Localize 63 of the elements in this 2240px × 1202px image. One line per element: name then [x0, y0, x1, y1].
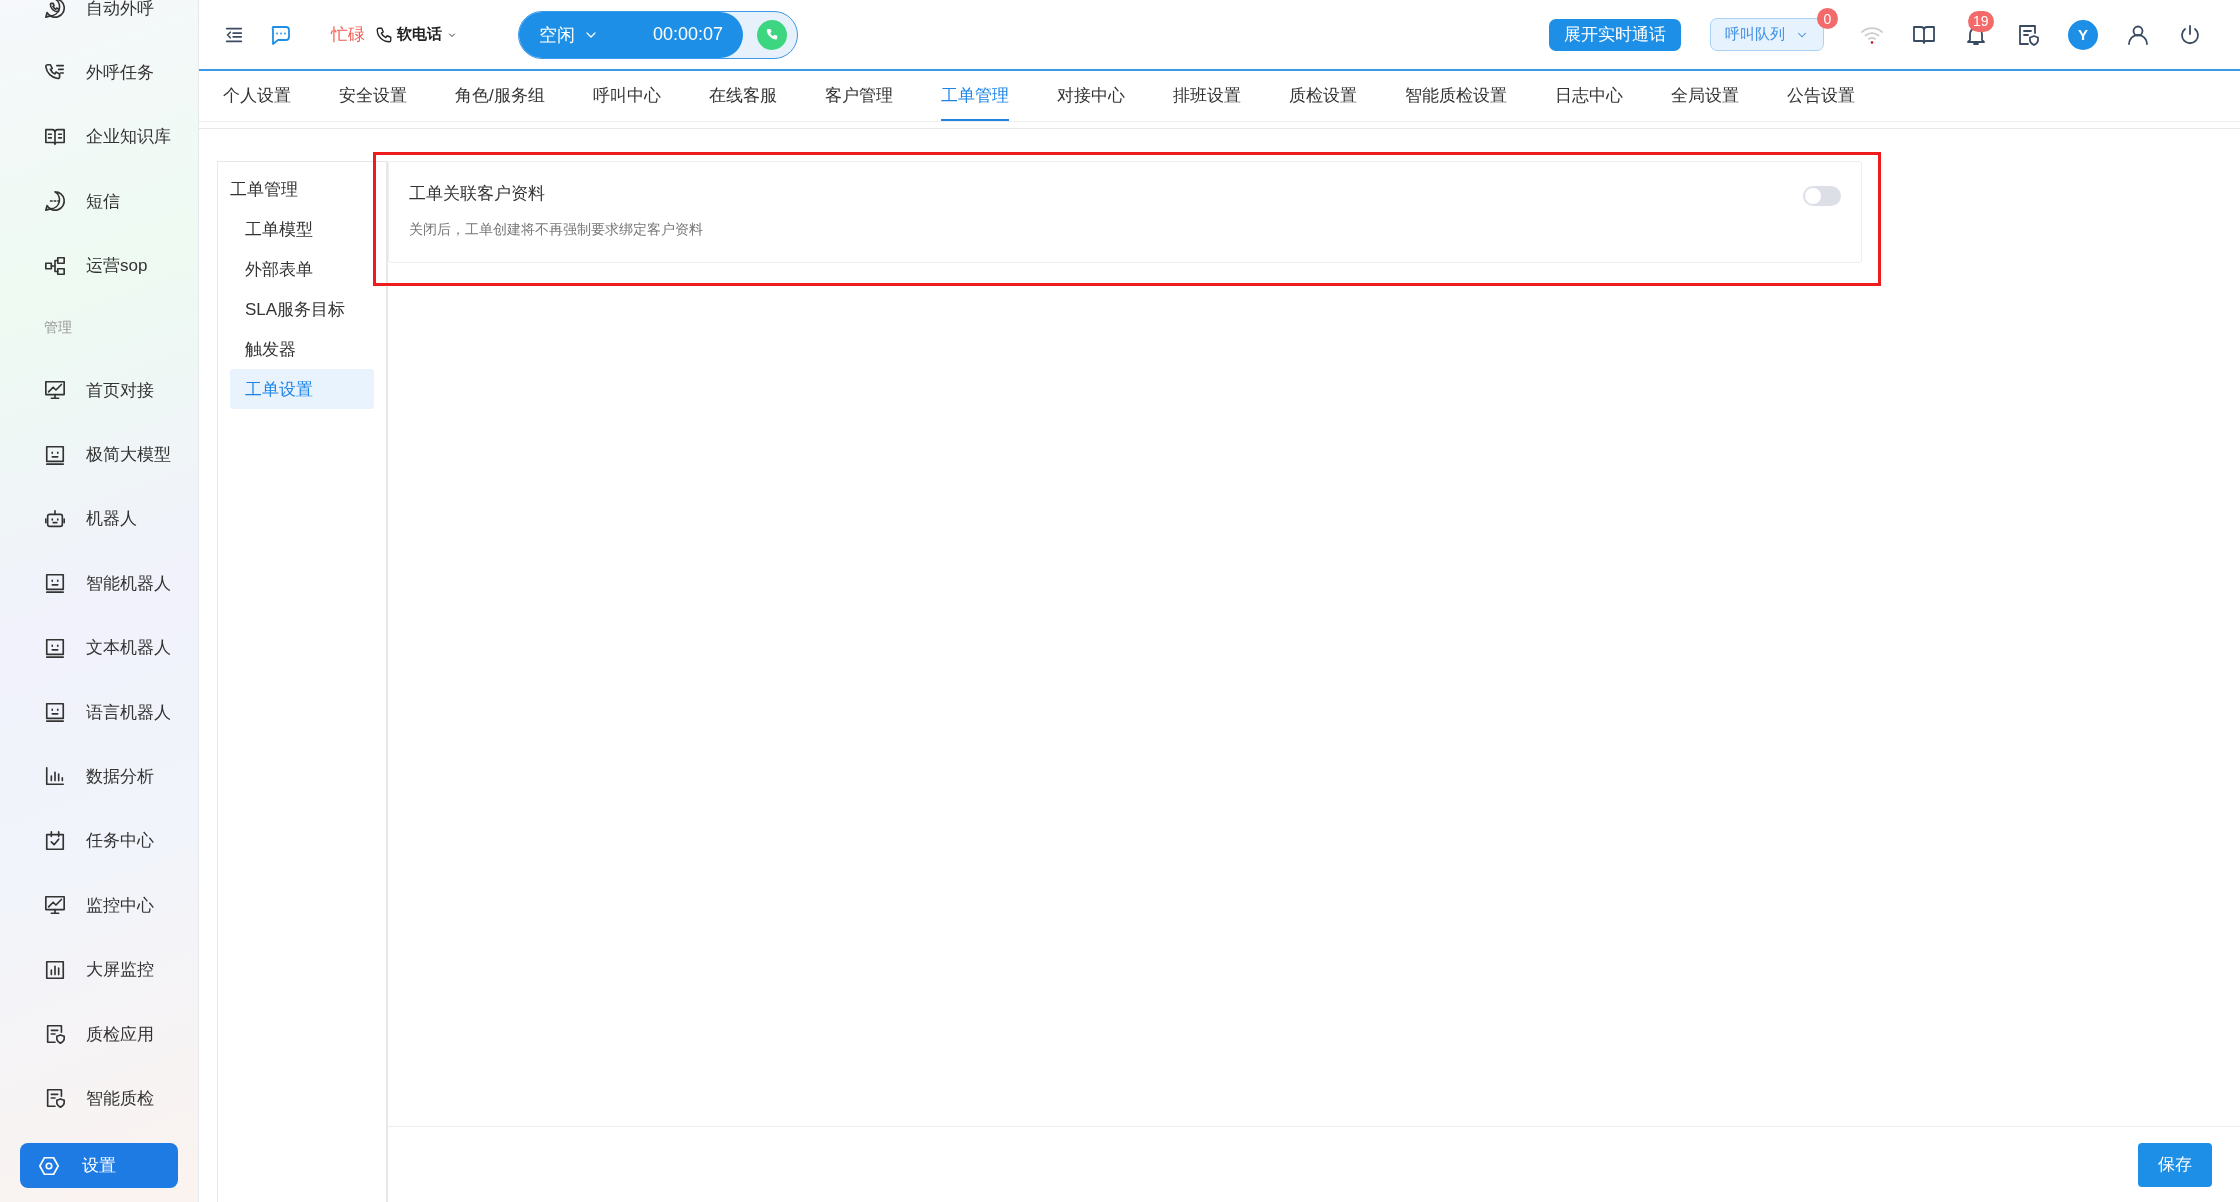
sidebar-item[interactable]: 智能质检	[0, 1066, 198, 1131]
document-shield-icon	[44, 1087, 66, 1110]
sidebar-item[interactable]: 极简大模型	[0, 422, 198, 487]
sidebar-item[interactable]: 自动外呼	[0, 0, 198, 41]
power-icon	[2178, 22, 2202, 47]
settings-tab[interactable]: 智能质检设置	[1404, 71, 1507, 121]
settings-tab[interactable]: 对接中心	[1056, 71, 1125, 121]
face-icon	[44, 572, 66, 595]
toggle-switch[interactable]	[1803, 186, 1841, 206]
settings-tab[interactable]: 公告设置	[1786, 71, 1855, 121]
document-shield-icon	[2016, 22, 2040, 47]
sidebar-item[interactable]: 运营sop	[0, 233, 198, 298]
document-shield-icon	[44, 1023, 66, 1046]
phone-icon	[375, 25, 393, 44]
sidebar-item[interactable]: 外呼任务	[0, 40, 198, 105]
sidebar-item[interactable]: 企业知识库	[0, 104, 198, 170]
bar-chart-icon	[44, 765, 66, 788]
subnav-item[interactable]: 外部表单	[230, 249, 374, 289]
subnav-title: 工单管理	[230, 179, 299, 201]
sidebar-item[interactable]: 质检应用	[0, 1001, 198, 1067]
sidebar-item[interactable]: 语言机器人	[0, 679, 198, 745]
face-icon	[44, 701, 66, 724]
sidebar-item[interactable]: 任务中心	[0, 808, 198, 874]
sidebar-item[interactable]: 数据分析	[0, 744, 198, 809]
sidebar-item[interactable]: 机器人	[0, 486, 198, 552]
settings-tab[interactable]: 在线客服	[708, 71, 777, 121]
flow-icon	[44, 254, 66, 277]
phone-mode-dropdown[interactable]: 软电话	[375, 25, 458, 44]
sidebar-item[interactable]: 智能机器人	[0, 551, 198, 616]
subnav-item[interactable]: 工单模型	[230, 209, 374, 249]
face-icon	[44, 443, 66, 466]
settings-tab[interactable]: 全局设置	[1670, 71, 1739, 121]
call-button[interactable]	[757, 19, 787, 50]
sidebar-item[interactable]: 短信	[0, 169, 198, 234]
settings-tab[interactable]: 安全设置	[339, 71, 407, 121]
settings-tab[interactable]: 呼叫中心	[592, 71, 661, 121]
sidebar-item[interactable]: 首页对接	[0, 357, 198, 423]
notification-badge: 19	[1968, 10, 1994, 32]
sidebar-item[interactable]: 文本机器人	[0, 615, 198, 680]
settings-tab[interactable]: 质检设置	[1288, 71, 1357, 121]
calendar-check-icon	[44, 829, 66, 852]
subnav-item[interactable]: SLA服务目标	[230, 289, 374, 329]
sidebar-item[interactable]: 大屏监控	[0, 937, 198, 1002]
settings-tab[interactable]: 排班设置	[1172, 71, 1241, 121]
face-icon	[44, 636, 66, 659]
settings-icon	[38, 1154, 60, 1177]
setting-description: 关闭后，工单创建将不再强制要求绑定客户资料	[409, 221, 703, 239]
settings-tab[interactable]: 个人设置	[223, 71, 291, 121]
monitor-chart-icon	[44, 379, 66, 402]
settings-tab[interactable]: 日志中心	[1554, 71, 1623, 121]
settings-tab[interactable]: 角色/服务组	[455, 71, 545, 121]
settings-button[interactable]: 设置	[20, 1143, 178, 1188]
settings-tab[interactable]: 客户管理	[824, 71, 893, 121]
settings-tab[interactable]: 工单管理	[940, 71, 1009, 121]
subnav-item[interactable]: 触发器	[230, 329, 374, 369]
sidebar-item[interactable]: 监控中心	[0, 873, 198, 938]
call-timer: 00:00:07	[652, 24, 723, 45]
robot-icon	[44, 507, 66, 530]
section-label: 管理	[44, 318, 72, 337]
count-badge: 0	[1817, 8, 1838, 29]
monitor-chart-icon	[44, 894, 66, 917]
setting-title: 工单关联客户资料	[409, 183, 546, 205]
bar-chart-icon	[44, 958, 66, 981]
